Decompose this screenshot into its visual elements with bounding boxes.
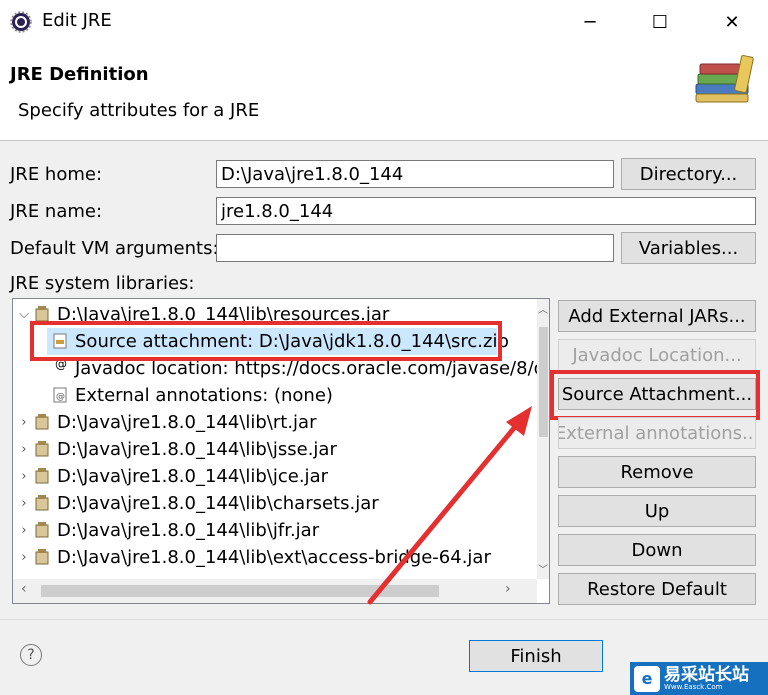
annotation-icon: @: [53, 387, 67, 403]
header-subtitle: Specify attributes for a JRE: [18, 100, 260, 121]
javadoc-location-button[interactable]: Javadoc Location...: [558, 339, 756, 371]
chevron-right-icon[interactable]: ›: [17, 544, 31, 571]
close-icon: ✕: [724, 11, 740, 33]
libraries-label: JRE system libraries:: [10, 273, 195, 294]
minimize-button[interactable]: ─: [570, 6, 610, 38]
watermark-icon: e: [634, 665, 660, 692]
jar-icon: [35, 441, 49, 457]
eclipse-app-icon: [10, 11, 32, 33]
chevron-right-icon[interactable]: ›: [17, 409, 31, 436]
maximize-button[interactable]: ☐: [640, 6, 680, 38]
scroll-up-icon[interactable]: ︿: [538, 301, 548, 316]
jar-icon: [35, 468, 49, 484]
external-annotations-button[interactable]: External annotations...: [558, 417, 756, 449]
minimize-icon: ─: [584, 11, 596, 33]
library-books-icon: [695, 55, 754, 103]
remove-button[interactable]: Remove: [558, 456, 756, 488]
jar-icon: [35, 306, 49, 322]
chevron-right-icon[interactable]: ›: [17, 463, 31, 490]
chevron-down-icon[interactable]: ⌵: [17, 301, 31, 328]
up-button[interactable]: Up: [558, 495, 756, 527]
dialog-header: JRE Definition Specify attributes for a …: [0, 44, 768, 141]
highlight-source-attachment-button: [550, 370, 760, 420]
jre-name-label: JRE name:: [10, 201, 103, 222]
tree-item-label: D:\Java\jre1.8.0_144\lib\rt.jar: [57, 412, 317, 433]
jre-name-field[interactable]: [216, 197, 756, 225]
chevron-right-icon[interactable]: ›: [17, 517, 31, 544]
tree-item-label: D:\Java\jre1.8.0_144\lib\jsse.jar: [57, 439, 337, 460]
jar-icon: [35, 495, 49, 511]
footer-divider: [0, 619, 768, 620]
add-external-jars-button[interactable]: Add External JARs...: [558, 300, 756, 332]
tree-item-label: D:\Java\jre1.8.0_144\lib\jfr.jar: [57, 520, 320, 541]
chevron-right-icon[interactable]: ›: [17, 490, 31, 517]
tree-item-label: D:\Java\jre1.8.0_144\lib\charsets.jar: [57, 493, 379, 514]
help-icon: ?: [27, 647, 35, 663]
svg-text:@: @: [56, 392, 65, 402]
help-button[interactable]: ?: [20, 644, 42, 666]
chevron-right-icon[interactable]: ›: [17, 436, 31, 463]
maximize-icon: ☐: [651, 11, 669, 33]
jar-icon: [35, 522, 49, 538]
directory-button[interactable]: Directory...: [621, 158, 756, 190]
title-bar: Edit JRE ─ ☐ ✕: [0, 0, 768, 44]
jre-home-field[interactable]: [216, 160, 614, 188]
highlight-source-attachment-row: [30, 321, 502, 361]
watermark-logo: e 易采站长站 Www.Easck.Com: [630, 662, 768, 695]
jre-home-label: JRE home:: [10, 164, 103, 185]
watermark-text: 易采站长站: [664, 664, 749, 685]
vertical-scroll-thumb[interactable]: [539, 327, 548, 437]
jar-icon: [35, 549, 49, 565]
scroll-left-icon[interactable]: ‹: [21, 581, 27, 597]
tree-item-label: D:\Java\jre1.8.0_144\lib\jce.jar: [57, 466, 328, 487]
variables-button[interactable]: Variables...: [621, 232, 756, 264]
red-arrow-annotation: [367, 406, 532, 605]
restore-default-button[interactable]: Restore Default: [558, 573, 756, 605]
header-title: JRE Definition: [10, 64, 149, 85]
window-title: Edit JRE: [42, 10, 112, 31]
vm-args-field[interactable]: [216, 234, 614, 262]
tree-item-label: External annotations: (none): [75, 385, 333, 406]
jar-icon: [35, 414, 49, 430]
down-button[interactable]: Down: [558, 534, 756, 566]
close-button[interactable]: ✕: [712, 6, 752, 38]
vm-args-label: Default VM arguments:: [10, 238, 219, 259]
finish-button[interactable]: Finish: [469, 640, 603, 672]
watermark-sub: Www.Easck.Com: [664, 682, 723, 691]
